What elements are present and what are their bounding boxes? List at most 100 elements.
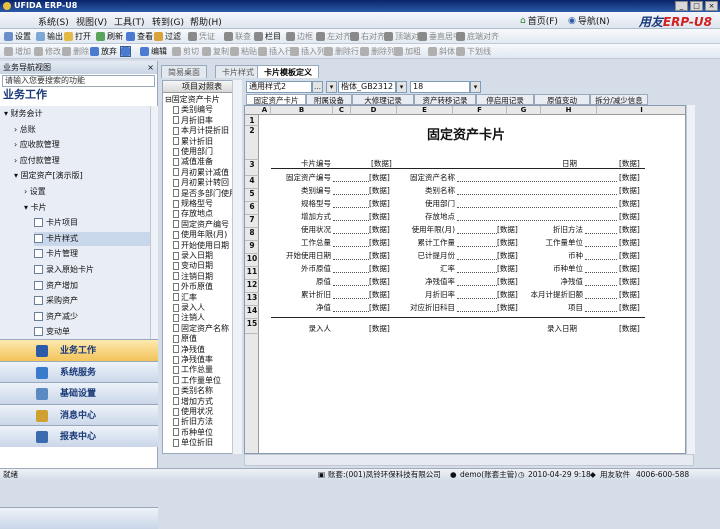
item-node[interactable]: 录入日期 — [173, 251, 213, 261]
item-node[interactable]: ⊟固定资产卡片 — [165, 95, 220, 105]
cell-data[interactable]: [数据] — [369, 185, 399, 196]
cell-data[interactable]: [数据] — [619, 211, 649, 222]
minimize-button[interactable]: _ — [675, 1, 688, 11]
item-node[interactable]: 增加方式 — [173, 397, 213, 407]
card-title[interactable]: 固定资产卡片 — [245, 124, 685, 143]
font-size-select[interactable]: 18 — [410, 81, 470, 93]
cell-data[interactable]: [数据] — [619, 198, 649, 209]
subtab-3[interactable]: 资产转移记录 — [414, 94, 476, 105]
cell-data[interactable]: [数据] — [619, 289, 649, 300]
menu-goto[interactable]: 转到(G) — [152, 15, 184, 28]
item-node[interactable]: 净残值 — [173, 345, 205, 355]
item-node[interactable]: 存放地点 — [173, 209, 213, 219]
menu-tools[interactable]: 工具(T) — [114, 15, 145, 28]
cell-label[interactable]: 项目 — [527, 302, 583, 313]
sidebar-item-receivables[interactable]: › 应收款管理 — [14, 138, 150, 152]
cell-data[interactable]: [数据] — [619, 172, 649, 183]
subtab-5[interactable]: 原值变动 — [534, 94, 590, 105]
font-dropdown-icon[interactable]: ▾ — [396, 81, 407, 93]
menu-view[interactable]: 视图(V) — [76, 15, 107, 28]
subtab-4[interactable]: 停启用记录 — [476, 94, 534, 105]
cell-label[interactable]: 累计折旧 — [271, 289, 331, 300]
row-header[interactable]: 4 — [245, 176, 259, 185]
cell-data[interactable]: [数据] — [369, 211, 399, 222]
cell-label[interactable]: 折旧方法 — [527, 224, 583, 235]
row-header[interactable]: 14 — [245, 306, 259, 315]
cell-label[interactable]: 使用状况 — [271, 224, 331, 235]
cell-data[interactable]: [数据] — [497, 289, 527, 300]
cell-label[interactable]: 工作总量 — [271, 237, 331, 248]
column-header[interactable]: G — [507, 106, 541, 115]
settings-button[interactable]: 设置 — [4, 31, 31, 42]
cell-label[interactable]: 存放地点 — [399, 211, 455, 222]
cell-data[interactable]: [数据] — [497, 224, 527, 235]
tab-simple-desktop[interactable]: 简易桌面 — [161, 65, 207, 78]
item-node[interactable]: 单位折旧 — [173, 438, 213, 448]
row-header[interactable]: 11 — [245, 267, 259, 276]
align-bottom-button[interactable]: 底端对齐 — [456, 31, 499, 42]
underline-button[interactable]: 下划线 — [456, 46, 491, 57]
item-node[interactable]: 类别编号 — [173, 105, 213, 115]
column-header[interactable]: I — [597, 106, 685, 115]
item-node[interactable]: 累计折旧 — [173, 137, 213, 147]
cell-label[interactable]: 对应折旧科目 — [399, 302, 455, 313]
align-left-button[interactable]: 左对齐 — [316, 31, 351, 42]
item-node[interactable]: 录入人 — [173, 303, 205, 313]
column-header[interactable]: H — [541, 106, 597, 115]
row-header[interactable]: 12 — [245, 280, 259, 289]
cell-label[interactable]: 币种 — [527, 250, 583, 261]
style-select[interactable]: 通用样式2 — [246, 81, 312, 93]
item-node[interactable]: 月初累计转回 — [173, 178, 229, 188]
view-button[interactable]: 查看 — [126, 31, 153, 42]
cell-label[interactable]: 工作量单位 — [527, 237, 584, 248]
cell-label[interactable]: 累计工作量 — [399, 237, 456, 248]
row-header[interactable]: 3 — [245, 160, 259, 169]
cell-label[interactable]: 固定资产编号 — [271, 172, 331, 183]
cell-label[interactable]: 原值 — [271, 276, 331, 287]
item-node[interactable]: 净残值率 — [173, 355, 213, 365]
item-node[interactable]: 使用部门 — [173, 147, 213, 157]
item-tree-scrollbar[interactable] — [232, 80, 242, 454]
cell-data[interactable]: [数据] — [619, 276, 649, 287]
font-select[interactable]: 楷体_GB2312 — [338, 81, 396, 93]
italic-button[interactable]: 斜体 — [428, 46, 455, 57]
home-button[interactable]: ⌂ 首页(F) — [520, 14, 558, 28]
cell-label[interactable]: 录入人 — [271, 323, 332, 334]
row-header[interactable]: 5 — [245, 189, 259, 198]
cell-data[interactable]: [数据] — [619, 323, 649, 334]
cell-label[interactable]: 使用年限(月) — [399, 224, 455, 235]
cell-label[interactable]: 固定资产名称 — [399, 172, 455, 183]
item-node[interactable]: 减值准备 — [173, 157, 213, 167]
sidebar-item-card-style[interactable]: 卡片样式 — [34, 231, 150, 246]
tab-card-template[interactable]: 卡片模板定义 — [257, 65, 319, 78]
close-button[interactable]: × — [705, 1, 718, 11]
sidebar-item-payables[interactable]: › 应付款管理 — [14, 154, 150, 168]
cut-button[interactable]: 剪切 — [172, 46, 199, 57]
module-report-center[interactable]: 报表中心 — [0, 425, 158, 447]
item-node[interactable]: 工作量单位 — [173, 376, 221, 386]
grid-horizontal-scrollbar[interactable] — [244, 454, 694, 466]
columns-button[interactable]: 栏目 — [254, 31, 281, 42]
column-header[interactable]: A — [259, 106, 271, 115]
cell-label[interactable]: 录入日期 — [527, 323, 577, 334]
query-button[interactable]: 联查 — [224, 31, 251, 42]
size-dropdown-icon[interactable]: ▾ — [470, 81, 481, 93]
sidebar-item-fixed-assets[interactable]: ▾ 固定资产[演示版] — [14, 169, 150, 183]
cell-label[interactable]: 净残值 — [527, 276, 584, 287]
sidebar-item-asset-add[interactable]: 资产增加 — [34, 279, 150, 293]
cell-data[interactable]: [数据] — [369, 302, 399, 313]
style-dropdown-icon[interactable]: ▾ — [326, 81, 337, 93]
sidebar-item-asset-reduce[interactable]: 资产减少 — [34, 310, 150, 324]
paste-button[interactable]: 粘贴 — [230, 46, 257, 57]
menu-help[interactable]: 帮助(H) — [190, 15, 222, 28]
maximize-button[interactable]: □ — [690, 1, 703, 11]
column-header[interactable]: D — [351, 106, 397, 115]
insert-column-button[interactable]: 插入列 — [290, 46, 325, 57]
cell-label[interactable]: 开始使用日期 — [271, 250, 331, 261]
cell-label[interactable]: 类别编号 — [271, 185, 331, 196]
item-node[interactable]: 本月计提折旧 — [173, 126, 229, 136]
column-header[interactable]: B — [271, 106, 333, 115]
modify-button[interactable]: 修改 — [34, 46, 61, 57]
sidebar-item-enter-original-card[interactable]: 录入原始卡片 — [34, 263, 150, 277]
search-input[interactable]: 请输入您要搜索的功能 — [2, 75, 155, 87]
